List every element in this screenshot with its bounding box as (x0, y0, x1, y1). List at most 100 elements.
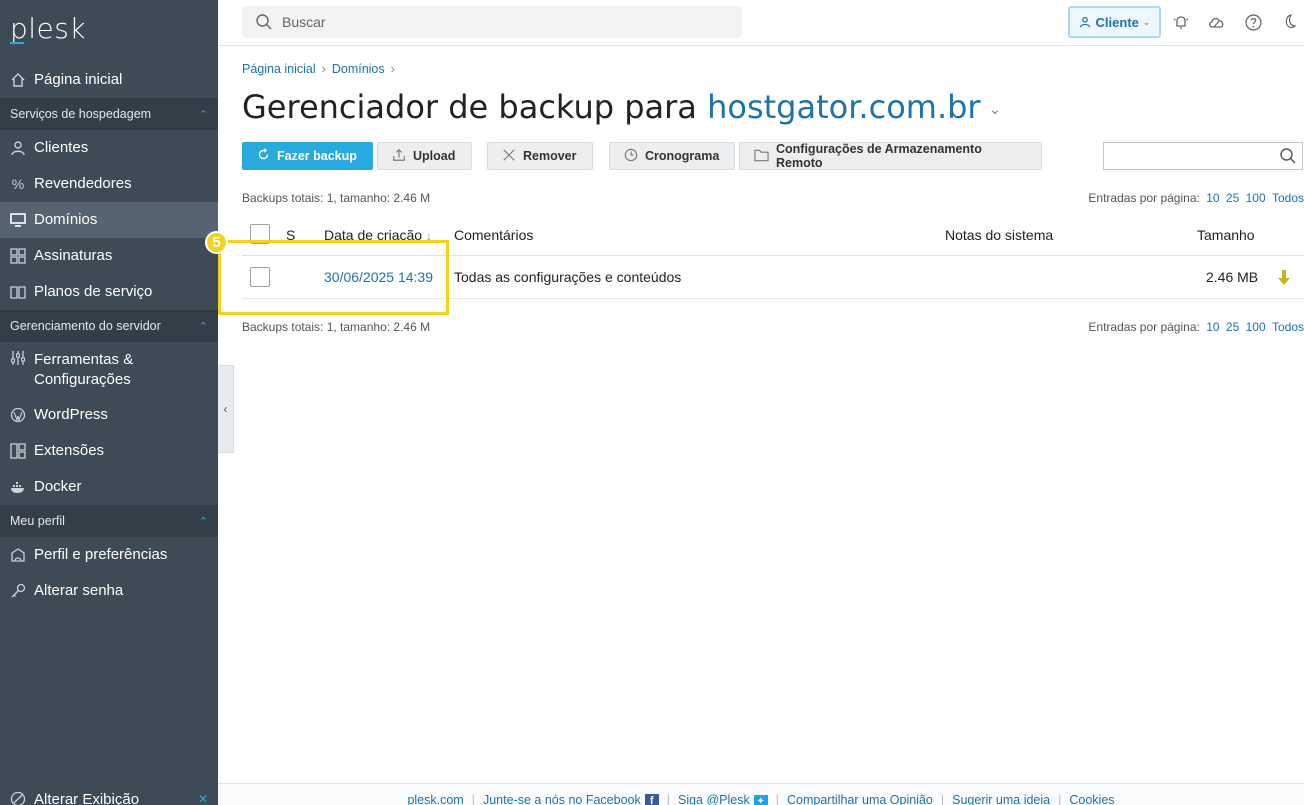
chevron-down-icon: ⌄ (1142, 16, 1151, 27)
per-page-25[interactable]: 25 (1226, 320, 1239, 334)
backup-button[interactable]: Fazer backup (242, 142, 373, 170)
per-page-all[interactable]: Todos (1272, 191, 1304, 205)
dark-mode-icon[interactable] (1279, 12, 1299, 32)
footer: plesk.com | Junte-se a nós no Facebook f … (218, 783, 1304, 805)
chevron-up-icon: ⌃ (198, 515, 208, 528)
footer-facebook-label: Junte-se a nós no Facebook (482, 793, 641, 805)
breadcrumb-home[interactable]: Página inicial (242, 62, 316, 76)
label-line-1: Ferramentas & (34, 350, 134, 368)
sidebar-item-subscriptions[interactable]: Assinaturas (0, 238, 218, 274)
sidebar-item-docker[interactable]: Docker (0, 469, 218, 505)
sidebar-item-label: Domínios (34, 211, 98, 228)
per-page-10[interactable]: 10 (1206, 191, 1219, 205)
per-page-25[interactable]: 25 (1226, 191, 1239, 205)
toolbar: Fazer backup Upload Remover Cronograma C… (242, 142, 1046, 170)
per-page-bottom: Entradas por página: 10 25 100 Todos (1088, 320, 1304, 334)
search-placeholder: Buscar (282, 14, 326, 30)
schedule-button[interactable]: Cronograma (609, 142, 735, 170)
upload-icon (392, 148, 406, 165)
footer-twitter-label: Siga @Plesk (677, 793, 750, 805)
backup-comments: Todas as configurações e conteúdos (454, 269, 682, 285)
notifications-icon[interactable] (1171, 12, 1191, 32)
sidebar-item-tools[interactable]: Ferramentas & Configurações (0, 342, 218, 397)
footer-link-cookies[interactable]: Cookies (1069, 793, 1114, 805)
monitor-icon (10, 212, 26, 228)
nav-group-hosting[interactable]: Serviços de hospedagem ⌃ (0, 98, 218, 130)
page-title-prefix: Gerenciador de backup para (242, 88, 697, 126)
remove-icon (502, 148, 516, 165)
docker-icon (10, 479, 26, 495)
key-icon (10, 583, 26, 599)
profile-icon (10, 547, 26, 563)
remote-storage-button[interactable]: Configurações de Armazenamento Remoto (739, 142, 1042, 170)
page-title-domain[interactable]: hostgator.com.br (707, 88, 981, 126)
download-icon[interactable] (1276, 269, 1292, 287)
list-search-input[interactable] (1103, 142, 1303, 170)
view-icon (10, 791, 26, 805)
nav-group-profile[interactable]: Meu perfil ⌃ (0, 505, 218, 537)
footer-separator: | (775, 793, 779, 805)
footer-link-feedback[interactable]: Compartilhar uma Opinião (787, 793, 933, 805)
role-label: Cliente (1095, 14, 1139, 30)
chevron-up-icon: ⌃ (198, 108, 208, 121)
footer-link-twitter[interactable]: Siga @Plesk ✦ (678, 793, 768, 805)
chevron-left-icon: ‹ (223, 402, 228, 416)
sliders-icon (10, 350, 26, 366)
sidebar-item-home[interactable]: Página inicial (0, 62, 218, 98)
sidebar-item-plans[interactable]: Planos de serviço (0, 274, 218, 310)
step-badge: 5 (205, 231, 228, 254)
sidebar-item-label: Perfil e preferências (34, 546, 168, 563)
footer-link-idea[interactable]: Sugerir uma ideia (952, 793, 1050, 805)
sidebar-item-extensions[interactable]: Extensões (0, 433, 218, 469)
per-page-label: Entradas por página: (1088, 191, 1200, 205)
help-icon[interactable] (1243, 12, 1263, 32)
extensions-icon (10, 443, 26, 459)
folder-icon (754, 148, 769, 165)
search-icon[interactable] (1280, 148, 1296, 164)
cloud-icon[interactable] (1207, 12, 1227, 32)
remove-button-label: Remover (523, 149, 577, 163)
sidebar-item-clients[interactable]: Clientes (0, 130, 218, 166)
footer-separator: | (471, 793, 475, 805)
search-input[interactable]: Buscar (242, 6, 742, 38)
remove-button[interactable]: Remover (487, 142, 593, 170)
plesk-logo[interactable]: plesk (0, 0, 218, 62)
footer-separator: | (940, 793, 945, 805)
per-page-label: Entradas por página: (1088, 320, 1200, 334)
user-icon (1079, 16, 1090, 28)
per-page-100[interactable]: 100 (1246, 320, 1266, 334)
schedule-button-label: Cronograma (645, 149, 720, 163)
totals-bottom: Backups totais: 1, tamanho: 2.46 M (242, 320, 431, 334)
footer-link-facebook[interactable]: Junte-se a nós no Facebook f (483, 793, 659, 805)
sidebar-item-label: Ferramentas & Configurações (34, 350, 133, 390)
breadcrumb-domains[interactable]: Domínios (332, 62, 385, 76)
per-page-100[interactable]: 100 (1246, 191, 1266, 205)
close-icon[interactable]: ✕ (198, 792, 208, 805)
sidebar-item-label: Planos de serviço (34, 283, 153, 300)
page-title: Gerenciador de backup para hostgator.com… (242, 88, 1001, 126)
sidebar-item-domains[interactable]: Domínios (0, 202, 218, 238)
change-view-item[interactable]: Alterar Exibição ✕ (0, 785, 218, 805)
col-notes[interactable]: Notas do sistema (945, 227, 1053, 243)
clock-icon (624, 148, 638, 165)
col-size[interactable]: Tamanho (1197, 227, 1255, 243)
breadcrumb: Página inicial › Domínios › (242, 62, 395, 76)
role-switcher-button[interactable]: Cliente ⌄ (1068, 6, 1161, 38)
per-page-top: Entradas por página: 10 25 100 Todos (1088, 191, 1304, 205)
nav-group-server[interactable]: Gerenciamento do servidor ⌃ (0, 310, 218, 342)
sidebar-item-profile[interactable]: Perfil e preferências (0, 537, 218, 573)
user-icon (10, 140, 26, 156)
backup-icon (257, 148, 270, 164)
per-page-10[interactable]: 10 (1206, 320, 1219, 334)
chevron-down-icon[interactable]: ⌄ (989, 100, 1002, 118)
sidebar-item-wordpress[interactable]: WordPress (0, 397, 218, 433)
sidebar-item-password[interactable]: Alterar senha (0, 573, 218, 609)
upload-button-label: Upload (413, 149, 456, 163)
sidebar-item-resellers[interactable]: % Revendedores (0, 166, 218, 202)
step-highlight-box (218, 240, 449, 315)
col-comments[interactable]: Comentários (454, 227, 533, 243)
footer-link-plesk[interactable]: plesk.com (407, 793, 463, 805)
sidebar-collapse-handle[interactable]: ‹ (218, 365, 234, 453)
upload-button[interactable]: Upload (377, 142, 472, 170)
per-page-all[interactable]: Todos (1272, 320, 1304, 334)
